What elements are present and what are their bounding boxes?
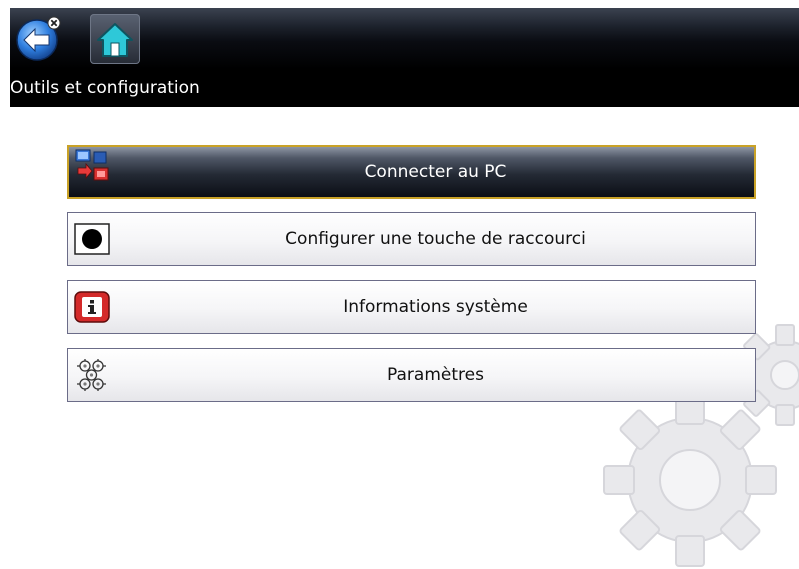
back-button[interactable]	[14, 14, 64, 64]
settings-button[interactable]: Paramètres	[67, 348, 756, 402]
page-title: Outils et configuration	[10, 78, 200, 98]
settings-icon	[77, 359, 106, 391]
home-button[interactable]	[90, 14, 140, 64]
connect-pc-icon	[75, 149, 109, 181]
connect-pc-label: Connecter au PC	[364, 162, 507, 182]
shortcut-key-icon	[74, 223, 110, 255]
top-toolbar	[10, 8, 799, 69]
system-info-icon	[74, 291, 110, 323]
system-info-button[interactable]: Informations système	[67, 280, 756, 334]
title-bar: Outils et configuration	[10, 69, 799, 107]
shortcut-key-button[interactable]: Configurer une touche de raccourci	[67, 212, 756, 266]
settings-label: Paramètres	[387, 365, 484, 385]
home-icon	[97, 23, 133, 57]
connect-pc-button[interactable]: Connecter au PC	[67, 145, 756, 199]
system-info-label: Informations système	[343, 297, 528, 317]
shortcut-key-label: Configurer une touche de raccourci	[285, 229, 586, 249]
back-arrow-icon	[16, 16, 61, 61]
